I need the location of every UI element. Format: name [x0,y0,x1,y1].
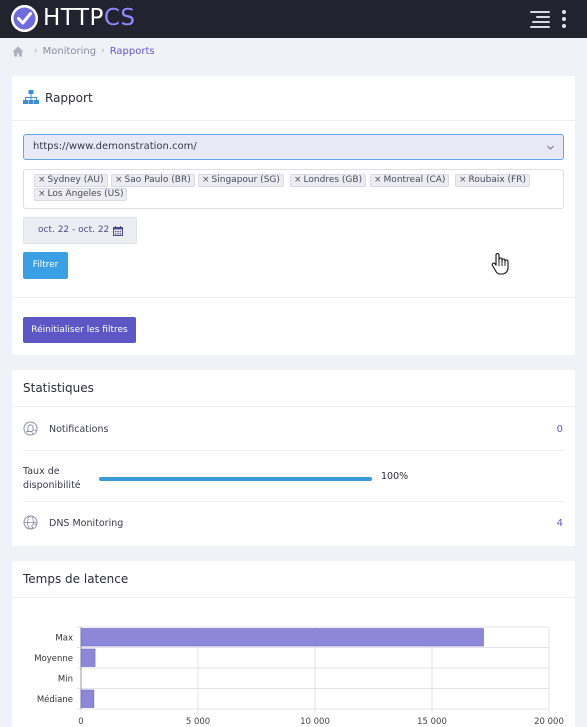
more-vertical-icon[interactable] [561,10,567,28]
bar-moyenne[interactable] [80,648,96,667]
statistics-card-header: Statistiques [12,370,575,407]
category-label: Moyenne [34,654,73,664]
bar-médiane[interactable] [80,689,95,708]
location-tag[interactable]: × Singapour (SG) [198,174,284,187]
x-tick-label: 5 000 [186,717,210,727]
card-divider [12,297,575,298]
sitemap-icon [23,90,39,104]
x-tick-label: 15 000 [417,717,447,727]
url-select[interactable]: https://www.demonstration.com/ [23,134,564,160]
reset-filters-button[interactable]: Réinitialiser les filtres [23,317,136,343]
location-tag[interactable]: × Londres (GB) [290,174,367,187]
top-navbar: HTTPCS [0,0,587,38]
dns-globe-icon [23,515,38,530]
logo-wordmark: HTTPCS [43,5,136,31]
rapport-card-header: Rapport [12,76,575,121]
hamburger-menu-icon[interactable] [528,10,550,28]
breadcrumb-item-rapports[interactable]: Rapports [110,46,155,57]
remove-tag-icon[interactable]: × [459,175,467,185]
remove-tag-icon[interactable]: × [38,175,46,185]
chevron-down-icon [547,145,554,150]
x-tick-label: 0 [78,717,83,727]
location-multiselect[interactable]: × Sydney (AU) × Sao Paulo (BR) × Singapour … [23,169,564,209]
remove-tag-icon[interactable]: × [294,175,302,185]
category-label: Min [58,674,73,684]
breadcrumb: › Monitoring › Rapports [12,44,155,58]
breadcrumb-separator: › [101,46,105,56]
dns-monitoring-label: DNS Monitoring [49,518,124,529]
location-tag[interactable]: × Roubaix (FR) [455,174,530,187]
category-label: Médiane [37,694,73,705]
availability-progress-bar [99,477,372,481]
location-tag[interactable]: × Sao Paulo (BR) [111,174,195,187]
x-tick-label: 20 000 [534,717,564,727]
breadcrumb-separator: › [34,46,38,56]
breadcrumb-item-monitoring[interactable]: Monitoring [43,46,96,57]
home-icon[interactable] [12,46,24,57]
remove-tag-icon[interactable]: × [374,175,382,185]
url-select-value: https://www.demonstration.com/ [33,141,197,152]
calendar-icon [113,226,123,236]
hand-pointer-cursor-icon [491,252,509,275]
location-tag[interactable]: × Los Angeles (US) [34,188,128,201]
x-tick-label: 10 000 [300,717,330,727]
statistics-title: Statistiques [23,381,94,395]
bar-max[interactable] [80,628,484,647]
notifications-label: Notifications [49,424,109,435]
rapport-card: Rapport https://www.demonstration.com/ ×… [12,76,575,355]
notifications-value[interactable]: 0 [557,424,563,435]
dns-monitoring-value[interactable]: 4 [557,518,563,529]
remove-tag-icon[interactable]: × [115,175,123,185]
notification-bell-icon [23,421,38,436]
check-circle-icon [11,5,38,32]
row-divider [23,450,564,451]
location-tag[interactable]: × Montreal (CA) [370,174,450,187]
category-label: Max [55,633,73,643]
statistics-card: Statistiques Notifications 0 Taux de dis… [12,370,575,546]
latency-card: Temps de latence 05 000 10 000 15 000 20 00… [12,561,575,727]
dns-monitoring-row: DNS Monitoring 4 [12,514,575,534]
date-range-label: oct. 22 - oct. 22 [38,225,110,235]
availability-label: Taux de disponibilité [23,466,81,491]
rapport-title: Rapport [45,91,93,105]
availability-value: 100% [381,471,409,482]
row-divider [23,501,564,502]
date-range-picker[interactable]: oct. 22 - oct. 22 [23,217,137,244]
filter-button[interactable]: Filtrer [23,252,68,279]
notifications-row: Notifications 0 [12,420,575,440]
app-logo[interactable]: HTTPCS [11,5,136,32]
availability-progress-fill [99,477,372,481]
remove-tag-icon[interactable]: × [38,189,46,199]
remove-tag-icon[interactable]: × [202,175,210,185]
location-tag[interactable]: × Sydney (AU) [34,174,108,187]
latency-bar-chart: 0 5 000 10 000 15 000 20 000 Max Moyenne Min Méd… [34,626,564,727]
